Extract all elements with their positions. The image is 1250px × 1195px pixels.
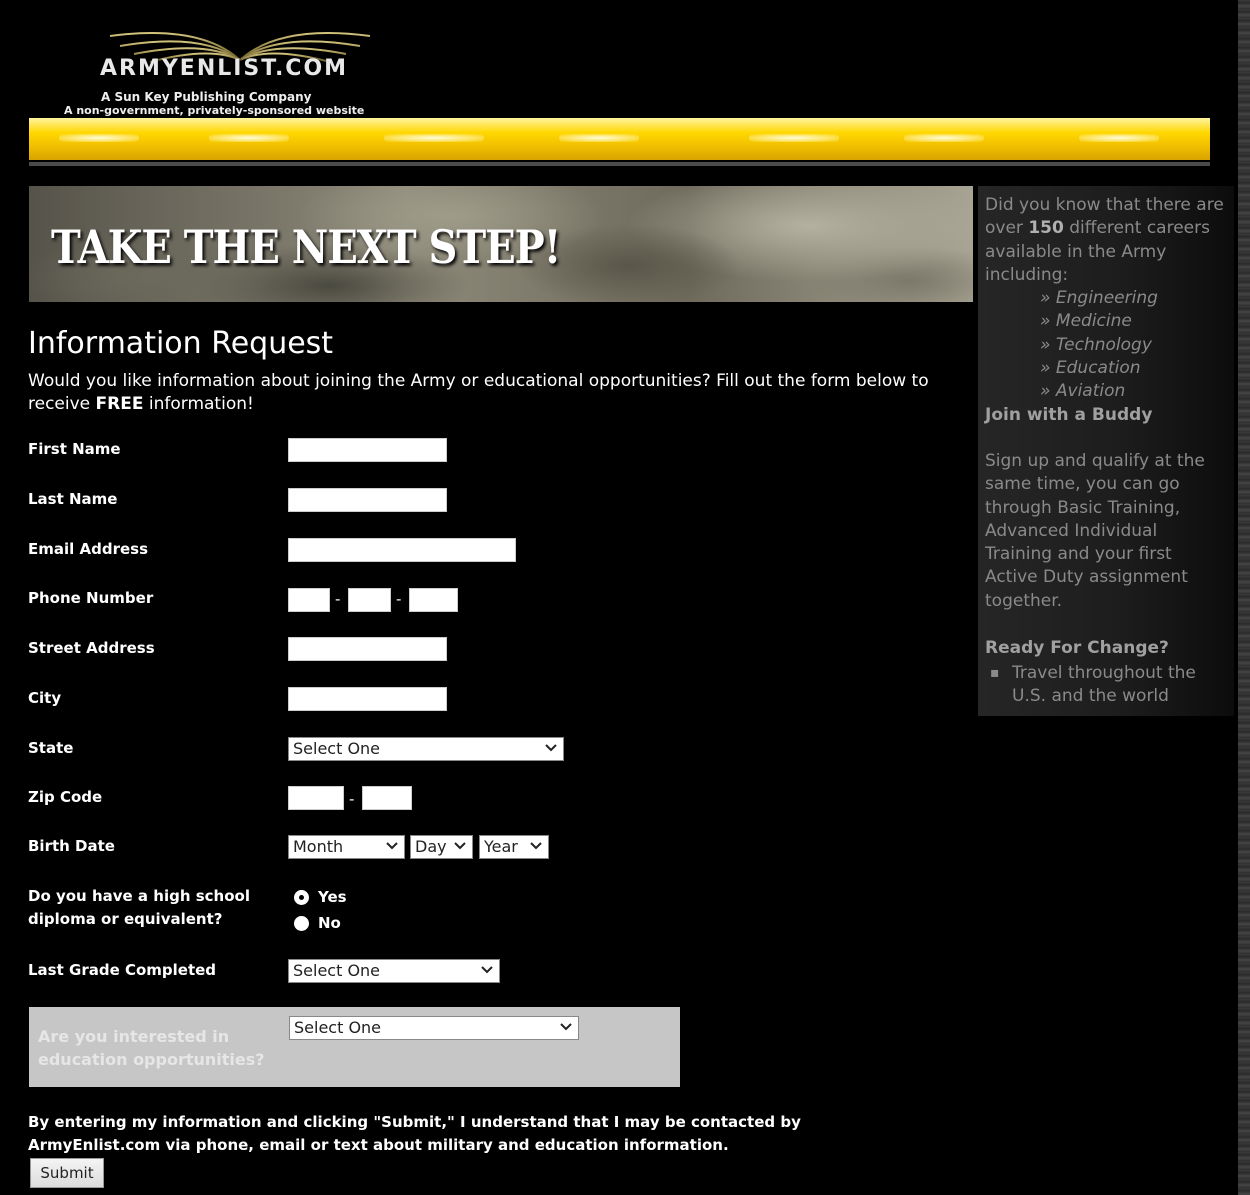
nav-item-4[interactable] (559, 134, 639, 142)
nav-item-3[interactable] (384, 134, 484, 142)
email-input[interactable] (288, 538, 516, 562)
chevron-down-icon (530, 842, 542, 850)
logo-text: ARMYENLIST.COM (100, 56, 349, 81)
state-select-value: Select One (293, 739, 381, 758)
page-edge-texture (1238, 0, 1250, 1195)
last-grade-label: Last Grade Completed (28, 961, 217, 979)
birth-date-label: Birth Date (28, 837, 115, 855)
nav-item-1[interactable] (59, 134, 139, 142)
camo-banner: TAKE THE NEXT STEP! (29, 186, 973, 302)
intro-text-end: information! (143, 394, 254, 414)
phone-prefix-input[interactable] (348, 588, 391, 612)
change-list: ▪ Travel throughout the U.S. and the wor… (990, 662, 1220, 709)
birth-month-value: Month (293, 837, 344, 856)
nav-item-2[interactable] (209, 134, 289, 142)
street-address-label: Street Address (28, 639, 155, 657)
chevron-down-icon (560, 1023, 572, 1031)
change-list-item: ▪ Travel throughout the U.S. and the wor… (990, 662, 1220, 709)
career-item[interactable]: » Technology (1040, 334, 1158, 357)
birth-year-value: Year (484, 837, 518, 856)
nav-divider (29, 162, 1210, 166)
career-item[interactable]: » Aviation (1040, 380, 1158, 403)
nav-item-5[interactable] (749, 134, 839, 142)
change-heading: Ready For Change? (985, 638, 1169, 658)
intro-text: Would you like information about joining… (28, 370, 948, 416)
birth-month-select[interactable]: Month (288, 835, 405, 859)
last-name-input[interactable] (288, 488, 447, 512)
career-item[interactable]: » Education (1040, 357, 1158, 380)
zip-code-label: Zip Code (28, 788, 103, 806)
logo-tagline: A Sun Key Publishing Company (101, 90, 312, 104)
career-item[interactable]: » Engineering (1040, 287, 1158, 310)
nav-bar (29, 118, 1210, 160)
career-item[interactable]: » Medicine (1040, 310, 1158, 333)
state-select[interactable]: Select One (288, 737, 564, 761)
education-interest-label: Are you interested in education opportun… (38, 1027, 265, 1069)
chevron-down-icon (545, 744, 557, 752)
chevron-down-icon (454, 842, 466, 850)
submit-button[interactable]: Submit (30, 1158, 104, 1188)
phone-area-code-input[interactable] (288, 588, 330, 612)
nav-item-6[interactable] (904, 134, 984, 142)
zip-code-input[interactable] (288, 786, 344, 810)
sidebar-fact: Did you know that there are over 150 dif… (985, 194, 1225, 287)
diploma-yes-label: Yes (318, 888, 347, 906)
birth-day-select[interactable]: Day (410, 835, 473, 859)
buddy-text: Sign up and qualify at the same time, yo… (985, 451, 1205, 611)
street-address-input[interactable] (288, 637, 447, 661)
radio-unchecked-icon[interactable] (294, 916, 309, 931)
sidebar-fact-number: 150 (1028, 218, 1064, 239)
last-grade-value: Select One (293, 961, 381, 980)
page-title: Information Request (28, 326, 334, 361)
career-list: » Engineering » Medicine » Technology » … (1040, 287, 1158, 403)
first-name-label: First Name (28, 440, 121, 458)
page: ARMYENLIST.COM A Sun Key Publishing Comp… (0, 0, 1250, 1195)
diploma-no-label: No (318, 914, 341, 932)
sidebar: Did you know that there are over 150 dif… (978, 186, 1234, 716)
buddy-heading: Join with a Buddy (985, 405, 1153, 425)
consent-disclaimer: By entering my information and clicking … (28, 1113, 801, 1154)
nav-item-7[interactable] (1079, 134, 1159, 142)
last-name-label: Last Name (28, 490, 118, 508)
city-input[interactable] (288, 687, 447, 711)
site-logo[interactable]: ARMYENLIST.COM A Sun Key Publishing Comp… (60, 20, 400, 120)
phone-separator: - (396, 590, 402, 608)
change-item-text: Travel throughout the U.S. and the world (1012, 663, 1196, 707)
logo-disclaimer: A non-government, privately-sponsored we… (64, 104, 365, 117)
zip-plus4-input[interactable] (362, 786, 412, 810)
education-interest-value: Select One (294, 1018, 382, 1037)
banner-title: TAKE THE NEXT STEP! (51, 220, 561, 275)
state-label: State (28, 739, 74, 757)
chevron-down-icon (481, 966, 493, 974)
first-name-input[interactable] (288, 438, 447, 462)
last-grade-select[interactable]: Select One (288, 959, 500, 983)
diploma-label: Do you have a high school diploma or equ… (28, 887, 250, 928)
phone-separator: - (335, 590, 341, 608)
email-label: Email Address (28, 540, 149, 558)
square-bullet-icon: ▪ (990, 665, 1000, 681)
chevron-down-icon (386, 842, 398, 850)
city-label: City (28, 689, 62, 707)
education-interest-select[interactable]: Select One (289, 1016, 579, 1040)
birth-day-value: Day (415, 837, 447, 856)
zip-separator: - (349, 790, 355, 808)
birth-year-select[interactable]: Year (479, 835, 549, 859)
radio-checked-icon[interactable] (294, 890, 309, 905)
intro-free-bold: FREE (95, 394, 144, 414)
phone-line-input[interactable] (409, 588, 458, 612)
phone-label: Phone Number (28, 589, 154, 607)
